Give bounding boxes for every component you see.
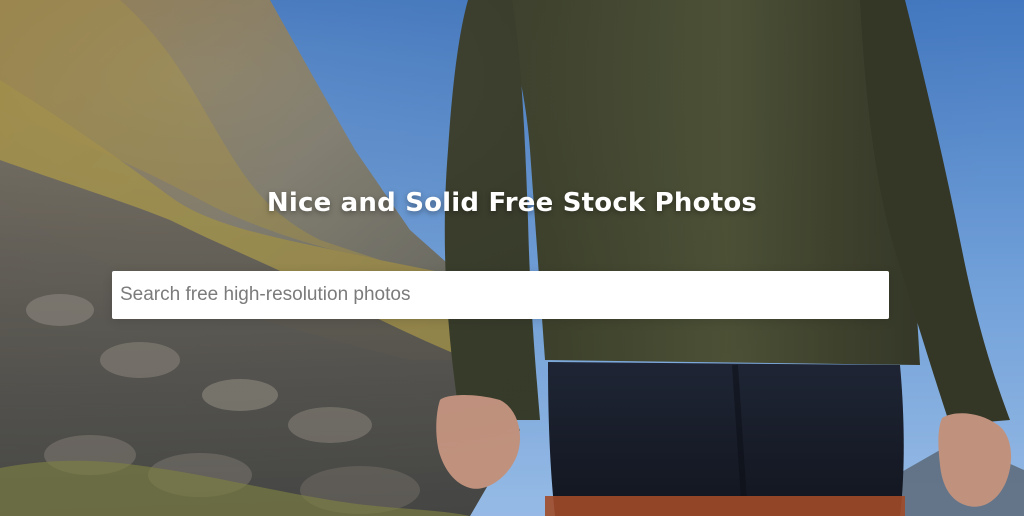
search-bar[interactable] [112, 270, 889, 320]
hero-title: Nice and Solid Free Stock Photos [266, 188, 758, 218]
hero: Nice and Solid Free Stock Photos [0, 0, 1024, 516]
search-input[interactable] [118, 270, 879, 320]
hero-background-photo [0, 0, 1024, 516]
